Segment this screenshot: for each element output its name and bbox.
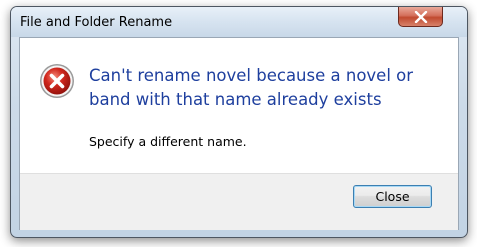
- window-title: File and Folder Rename: [20, 15, 173, 30]
- title-close-button[interactable]: [398, 7, 443, 27]
- dialog-window: File and Folder Rename Can't rename nove…: [10, 6, 468, 238]
- error-icon: [40, 64, 74, 98]
- button-bar: Close: [20, 173, 458, 230]
- close-x-icon: [414, 10, 427, 23]
- dialog-content: Can't rename novel because a novel or ba…: [19, 37, 459, 230]
- title-bar[interactable]: File and Folder Rename: [11, 7, 467, 37]
- close-button[interactable]: Close: [353, 185, 432, 208]
- main-instruction-text: Can't rename novel because a novel or ba…: [89, 66, 414, 109]
- content-text: Specify a different name.: [89, 134, 247, 149]
